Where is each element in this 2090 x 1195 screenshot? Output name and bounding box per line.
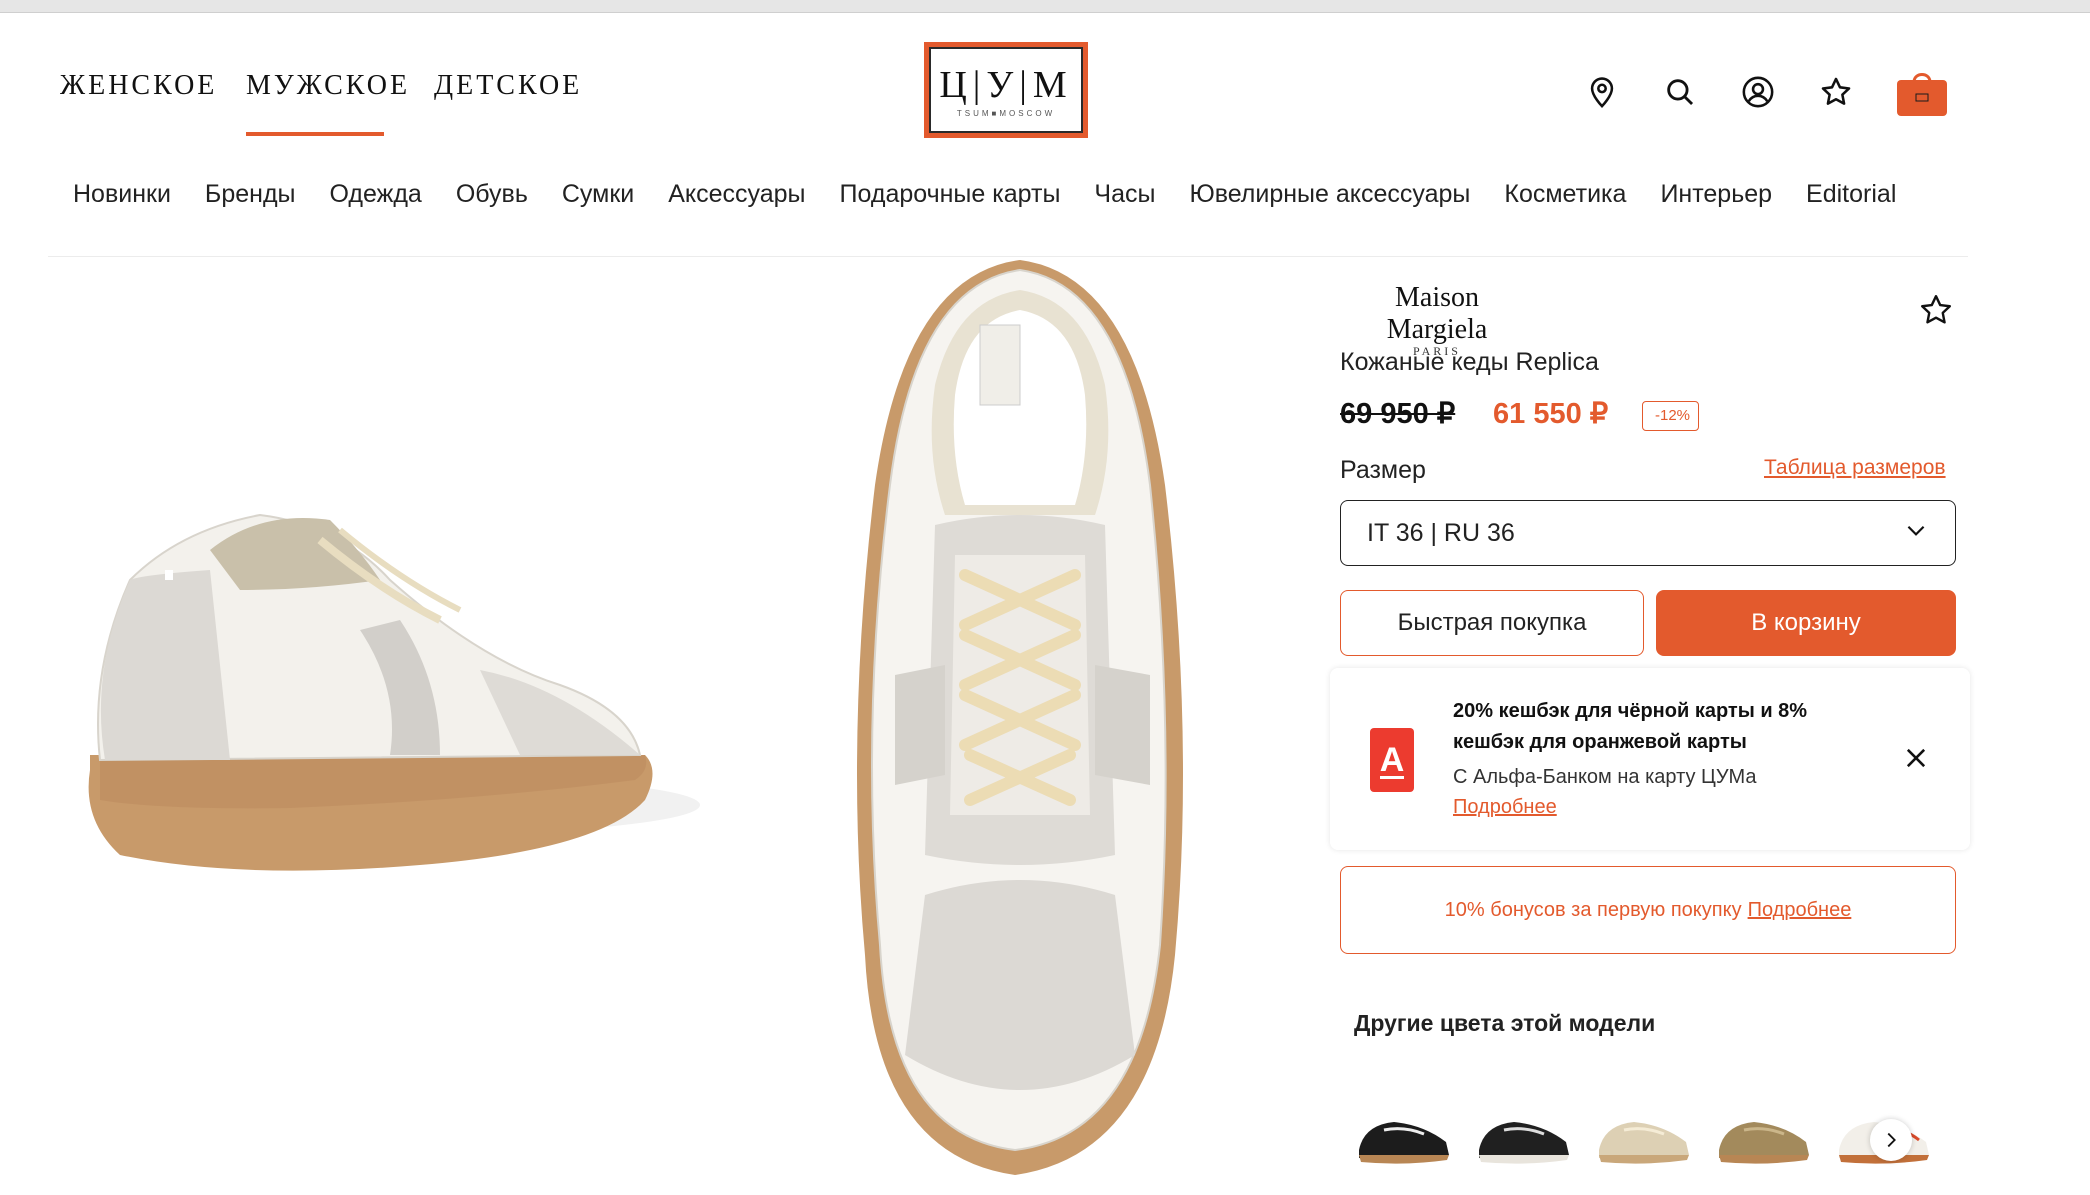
search-icon[interactable]	[1660, 72, 1700, 112]
product-name: Кожаные кеды Replica	[1340, 348, 1599, 376]
chevron-right-icon	[1887, 1132, 1896, 1148]
category-nav: Новинки Бренды Одежда Обувь Сумки Аксесс…	[73, 180, 1930, 209]
category-gift-cards[interactable]: Подарочные карты	[840, 180, 1061, 209]
carousel-next-button[interactable]	[1870, 1119, 1912, 1161]
favorites-star-icon[interactable]	[1816, 72, 1856, 112]
logo-text: Ц|У|М	[939, 63, 1073, 106]
bonus-banner[interactable]: 10% бонусов за первую покупку Подробнее	[1340, 866, 1956, 954]
close-icon[interactable]	[1902, 744, 1930, 772]
location-pin-icon[interactable]	[1582, 72, 1622, 112]
tab-kids[interactable]: ДЕТСКОЕ	[434, 70, 582, 102]
logo-subtext: TSUM■MOSCOW	[956, 108, 1056, 118]
sale-price: 61 550 ₽	[1493, 398, 1609, 430]
category-shoes[interactable]: Обувь	[456, 180, 528, 209]
category-jewelry[interactable]: Ювелирные аксессуары	[1189, 180, 1470, 209]
category-brands[interactable]: Бренды	[205, 180, 296, 209]
category-interior[interactable]: Интерьер	[1660, 180, 1772, 209]
size-label: Размер	[1340, 456, 1426, 484]
tsum-logo[interactable]: Ц|У|М TSUM■MOSCOW	[924, 42, 1088, 138]
category-clothing[interactable]: Одежда	[330, 180, 422, 209]
promo-title: 20% кешбэк для чёрной карты и 8% кешбэк …	[1453, 700, 1808, 753]
promo-more-link[interactable]: Подробнее	[1453, 796, 1557, 819]
category-new[interactable]: Новинки	[73, 180, 171, 209]
color-swatch-black[interactable]	[1354, 1100, 1454, 1170]
chevron-down-icon	[1903, 517, 1929, 550]
account-icon[interactable]	[1738, 72, 1778, 112]
category-watches[interactable]: Часы	[1094, 180, 1155, 209]
discount-badge: -12%	[1642, 401, 1700, 431]
category-cosmetics[interactable]: Косметика	[1504, 180, 1626, 209]
promo-subtitle: С Альфа-Банком на карту ЦУМа	[1453, 766, 1757, 788]
category-accessories[interactable]: Аксессуары	[668, 180, 805, 209]
product-image-side[interactable]	[60, 470, 700, 910]
color-swatches	[1354, 1100, 1934, 1170]
alfa-bank-logo: А	[1370, 728, 1414, 792]
old-price: 69 950 ₽	[1340, 398, 1456, 430]
tab-women[interactable]: ЖЕНСКОЕ	[60, 70, 217, 102]
size-select[interactable]: IT 36 | RU 36	[1340, 500, 1956, 566]
brand-name: Maison Margiela	[1386, 282, 1488, 345]
browser-top-strip	[0, 0, 2090, 13]
cashback-promo-card: А 20% кешбэк для чёрной карты и 8% кешбэ…	[1330, 668, 1970, 850]
category-bags[interactable]: Сумки	[562, 180, 634, 209]
add-to-favorites-star-icon[interactable]	[1918, 292, 1954, 328]
color-swatch-olive[interactable]	[1714, 1100, 1814, 1170]
color-swatch-black-white-sole[interactable]	[1474, 1100, 1574, 1170]
category-editorial[interactable]: Editorial	[1806, 180, 1896, 209]
bonus-more-link[interactable]: Подробнее	[1748, 899, 1852, 922]
shopping-bag-icon[interactable]	[1895, 64, 1949, 118]
selected-size: IT 36 | RU 36	[1367, 518, 1515, 547]
quick-buy-button[interactable]: Быстрая покупка	[1340, 590, 1644, 656]
tab-men[interactable]: МУЖСКОЕ	[246, 70, 410, 102]
add-to-cart-button[interactable]: В корзину	[1656, 590, 1956, 656]
product-image-top[interactable]	[835, 255, 1200, 1190]
color-swatch-beige[interactable]	[1594, 1100, 1694, 1170]
other-colors-title: Другие цвета этой модели	[1354, 1010, 1656, 1036]
active-tab-underline	[246, 132, 384, 136]
bonus-text: 10% бонусов за первую покупку	[1444, 898, 1742, 921]
size-table-link[interactable]: Таблица размеров	[1764, 456, 1946, 480]
